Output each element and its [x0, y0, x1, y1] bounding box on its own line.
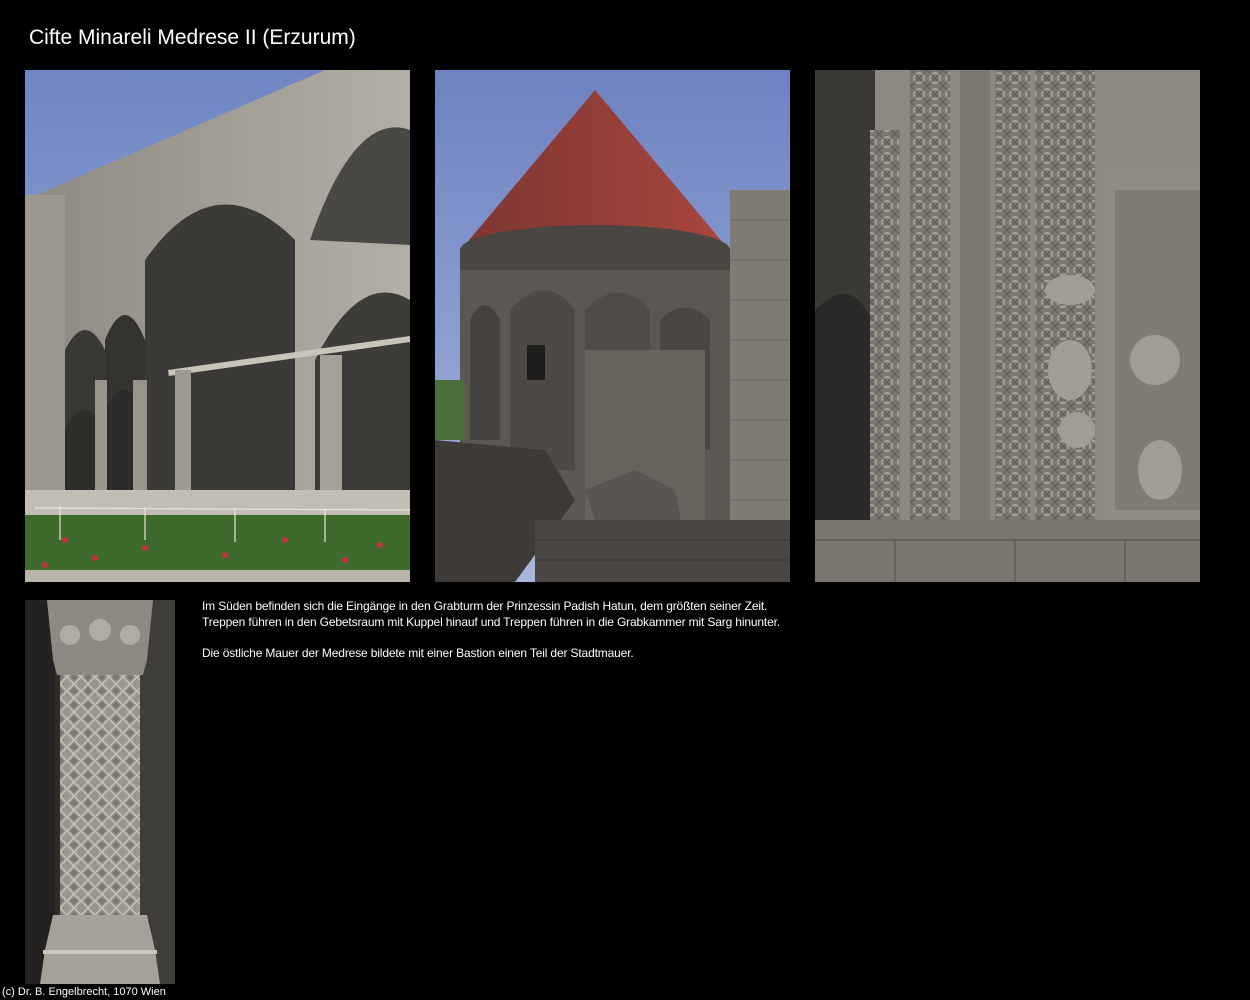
- page-title: Cifte Minareli Medrese II (Erzurum): [29, 26, 356, 49]
- tomb-tower-image: [435, 70, 790, 582]
- photo-courtyard-arcade[interactable]: [25, 70, 410, 582]
- photo-carved-column[interactable]: [25, 600, 175, 984]
- description-paragraph-2: Die östliche Mauer der Medrese bildete m…: [202, 645, 634, 660]
- description-line-1: Im Süden befinden sich die Eingänge in d…: [202, 599, 768, 613]
- carved-column-image: [25, 600, 175, 984]
- photo-tomb-tower[interactable]: [435, 70, 790, 582]
- photo-carved-portal[interactable]: [815, 70, 1200, 582]
- carved-portal-image: [815, 70, 1200, 582]
- description-text: Im Süden befinden sich die Eingänge in d…: [202, 599, 1202, 661]
- courtyard-arcade-image: [25, 70, 410, 582]
- copyright-notice: (c) Dr. B. Engelbrecht, 1070 Wien: [2, 986, 166, 998]
- description-line-2: Treppen führen in den Gebetsraum mit Kup…: [202, 614, 780, 629]
- description-paragraph-1: Im Süden befinden sich die Eingänge in d…: [202, 599, 1202, 630]
